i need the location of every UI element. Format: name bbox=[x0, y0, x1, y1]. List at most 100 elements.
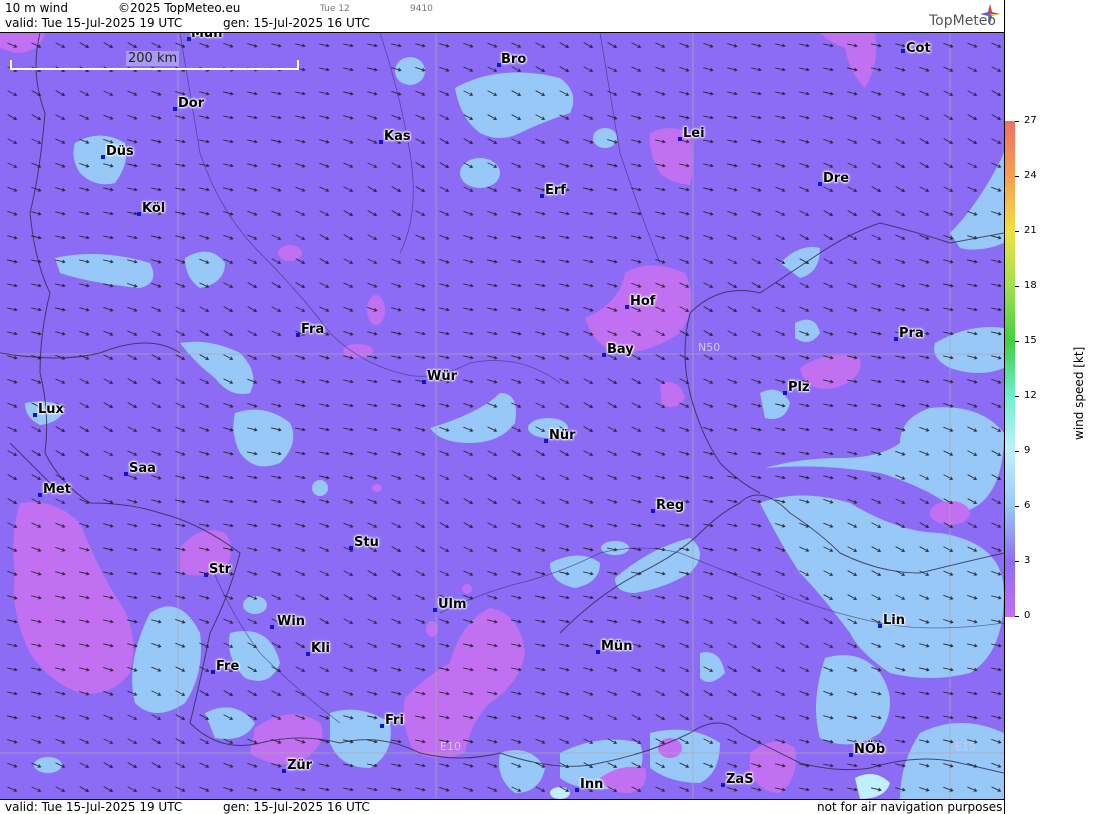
valid-time: valid: Tue 15-Jul-2025 19 UTC bbox=[5, 16, 183, 30]
city-marker bbox=[349, 546, 353, 550]
colorbar-tick bbox=[1015, 231, 1019, 232]
city-marker bbox=[894, 337, 898, 341]
city-label: Plz bbox=[788, 380, 810, 395]
city-label: Erf bbox=[545, 183, 566, 198]
wind-field-layer bbox=[0, 33, 1004, 799]
wind-map[interactable]: 200 km N50 E10 E15 Mün Bro Cot Dor Kas Lei Düs… bbox=[0, 33, 1004, 799]
city-marker bbox=[625, 305, 629, 309]
colorbar-tick bbox=[1015, 121, 1019, 122]
city-marker bbox=[596, 650, 600, 654]
colorbar-tick-label: 21 bbox=[1024, 225, 1037, 236]
colorbar-tick bbox=[1015, 506, 1019, 507]
lon-label-e10: E10 bbox=[440, 740, 461, 753]
city-label: Ulm bbox=[438, 597, 467, 612]
city-label: Str bbox=[209, 562, 231, 577]
colorbar-segment bbox=[1005, 506, 1015, 562]
legend-title: wind speed [kt] bbox=[1072, 346, 1086, 440]
city-label: Mün bbox=[191, 33, 223, 41]
wind-speed-colorbar bbox=[1005, 121, 1015, 617]
city-marker bbox=[544, 439, 548, 443]
product-title: 10 m wind bbox=[5, 1, 68, 15]
city-marker bbox=[783, 391, 787, 395]
city-marker bbox=[721, 783, 725, 787]
city-label: NÖb bbox=[854, 742, 886, 757]
colorbar-segment bbox=[1005, 176, 1015, 232]
city-marker bbox=[211, 670, 215, 674]
city-marker bbox=[379, 140, 383, 144]
lon-label-e15: E15 bbox=[955, 740, 976, 753]
colorbar-segment bbox=[1005, 451, 1015, 507]
city-marker bbox=[678, 137, 682, 141]
city-label: Stu bbox=[354, 535, 379, 550]
city-label: Fri bbox=[385, 713, 404, 728]
footer-valid-time: valid: Tue 15-Jul-2025 19 UTC bbox=[5, 800, 183, 814]
colorbar-tick-label: 12 bbox=[1024, 390, 1037, 401]
city-marker bbox=[849, 753, 853, 757]
city-label: Bro bbox=[501, 52, 527, 67]
colorbar-segment bbox=[1005, 121, 1015, 177]
city-label: Dre bbox=[823, 171, 850, 186]
colorbar-segment bbox=[1005, 396, 1015, 452]
city-marker bbox=[380, 724, 384, 728]
city-label: Met bbox=[43, 482, 71, 497]
city-marker bbox=[575, 788, 579, 792]
colorbar-tick bbox=[1015, 561, 1019, 562]
run-tag: Tue 12 bbox=[320, 4, 350, 14]
footer-generated-time: gen: 15-Jul-2025 16 UTC bbox=[223, 800, 370, 814]
city-label: Inn bbox=[580, 777, 604, 792]
disclaimer: not for air navigation purposes bbox=[817, 800, 1003, 814]
city-label: Bay bbox=[607, 342, 634, 357]
city-marker bbox=[878, 624, 882, 628]
city-label: Nür bbox=[549, 428, 576, 443]
city-marker bbox=[137, 212, 141, 216]
logo-text: TopMeteo bbox=[929, 13, 996, 29]
city-label: Lei bbox=[683, 126, 705, 141]
city-label: Pra bbox=[899, 326, 924, 341]
colorbar-tick-label: 9 bbox=[1024, 445, 1031, 456]
city-marker bbox=[270, 625, 274, 629]
colorbar-tick-label: 18 bbox=[1024, 280, 1037, 291]
colorbar-segment bbox=[1005, 231, 1015, 287]
colorbar-segment bbox=[1005, 286, 1015, 342]
city-label: Saa bbox=[129, 461, 156, 476]
colorbar-tick bbox=[1015, 176, 1019, 177]
lat-label-n50: N50 bbox=[698, 341, 721, 354]
map-header: 10 m wind ©2025 TopMeteo.eu Tue 12 9410 … bbox=[0, 0, 1004, 33]
city-label: Cot bbox=[906, 41, 931, 56]
city-marker bbox=[602, 353, 606, 357]
city-label: Düs bbox=[106, 144, 134, 159]
city-marker bbox=[540, 194, 544, 198]
city-label: Win bbox=[277, 614, 306, 629]
city-marker bbox=[204, 573, 208, 577]
city-label: Kas bbox=[384, 129, 411, 144]
city-marker bbox=[173, 107, 177, 111]
colorbar-tick-label: 6 bbox=[1024, 500, 1031, 511]
city-label: Kli bbox=[311, 641, 330, 656]
colorbar-segment bbox=[1005, 341, 1015, 397]
city-marker bbox=[651, 509, 655, 513]
city-marker bbox=[33, 413, 37, 417]
city-label: Zür bbox=[287, 758, 313, 773]
city-marker bbox=[101, 155, 105, 159]
city-marker bbox=[901, 49, 905, 53]
generated-time: gen: 15-Jul-2025 16 UTC bbox=[223, 16, 370, 30]
map-footer: valid: Tue 15-Jul-2025 19 UTC gen: 15-Ju… bbox=[0, 799, 1004, 814]
city-marker bbox=[306, 652, 310, 656]
city-label: Reg bbox=[656, 498, 685, 513]
colorbar-segment bbox=[1005, 561, 1015, 617]
city-marker bbox=[433, 608, 437, 612]
city-label: Dor bbox=[178, 96, 205, 111]
colorbar-tick-label: 0 bbox=[1024, 610, 1031, 621]
city-marker bbox=[296, 333, 300, 337]
city-marker bbox=[124, 472, 128, 476]
colorbar-tick bbox=[1015, 616, 1019, 617]
city-label: Lin bbox=[883, 613, 905, 628]
product-code: 9410 bbox=[410, 4, 433, 14]
colorbar-tick bbox=[1015, 396, 1019, 397]
copyright: ©2025 TopMeteo.eu bbox=[118, 1, 241, 15]
colorbar-tick-label: 15 bbox=[1024, 335, 1037, 346]
city-marker bbox=[282, 769, 286, 773]
city-label: Fra bbox=[301, 322, 325, 337]
colorbar-tick-label: 27 bbox=[1024, 115, 1037, 126]
city-label: Wür bbox=[427, 369, 458, 384]
